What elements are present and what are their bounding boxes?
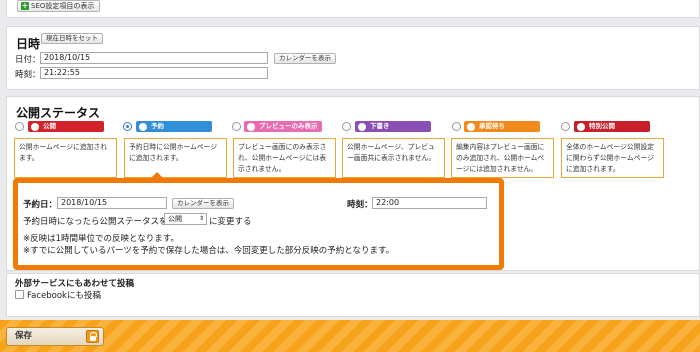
- reserve-time-input[interactable]: 22:00: [372, 197, 487, 209]
- status-desc-special: 全体のホームページ公開設定に関わらず公開ホームページに追加されます。: [561, 138, 664, 178]
- status-change-suffix: に変更する: [209, 217, 252, 227]
- radio-approval[interactable]: [452, 122, 461, 131]
- save-button[interactable]: 保存: [6, 327, 104, 346]
- plus-icon: +: [21, 1, 29, 10]
- radio-special[interactable]: [561, 122, 570, 131]
- time-label: 時刻：: [15, 70, 41, 80]
- preview-icon: [247, 122, 255, 131]
- reserve-calendar-button[interactable]: カレンダーを表示: [172, 198, 234, 209]
- calendar-button[interactable]: カレンダーを表示: [274, 53, 336, 64]
- reserve-note-2: ※すでに公開しているパーツを予約で保存した場合は、今回変更した部分反映の予約とな…: [23, 246, 395, 256]
- status-change-select[interactable]: 公開 ⇕: [164, 213, 207, 225]
- status-desc-draft: 公開ホームページ、プレビュー画面共に表示されません。: [342, 138, 445, 178]
- seo-panel: + SEO設定項目の表示: [6, 0, 700, 18]
- hourglass-icon: [467, 122, 475, 131]
- radio-preview[interactable]: [232, 122, 241, 131]
- status-label-publish: 公開: [28, 121, 104, 132]
- status-label-special: 特別公開: [574, 121, 650, 132]
- status-label-preview: プレビューのみ表示: [244, 121, 322, 132]
- pencil-icon: [358, 122, 366, 131]
- date-label: 日付：: [15, 55, 41, 65]
- radio-reserve[interactable]: [123, 122, 132, 131]
- status-label-reserve: 予約: [136, 121, 212, 132]
- clock-icon: [139, 122, 147, 131]
- status-desc-reserve: 予約日時に公開ホームページに追加されます。: [124, 138, 227, 178]
- seo-settings-label: SEO設定項目の表示: [31, 2, 95, 10]
- reserve-note-1: ※反映は1時間単位での反映となります。: [23, 234, 179, 244]
- facebook-checkbox[interactable]: [15, 290, 24, 299]
- reserve-time-label: 時刻：: [347, 200, 373, 210]
- status-desc-preview: プレビュー画面にのみ表示され、公開ホームページには表示されません。: [233, 138, 336, 178]
- set-now-button[interactable]: 現在日時をセット: [41, 33, 103, 44]
- seo-settings-button[interactable]: + SEO設定項目の表示: [17, 0, 101, 12]
- save-label: 保存: [15, 331, 33, 341]
- external-services-title: 外部サービスにもあわせて投稿: [15, 279, 135, 289]
- reserve-date-label: 予約日：: [23, 200, 58, 210]
- datetime-title: 日時: [16, 37, 41, 51]
- reserve-date-input[interactable]: 2018/10/15: [57, 197, 167, 209]
- status-label-draft: 下書き: [355, 121, 431, 132]
- status-desc-approval: 編集内容はプレビュー画面にのみ追加され、公開ホームページには追加されません。: [451, 138, 554, 178]
- radio-draft[interactable]: [342, 122, 351, 131]
- lock-icon: [86, 330, 99, 343]
- status-desc-publish: 公開ホームページに追加されます。: [14, 138, 117, 178]
- save-bar: 保存: [0, 320, 700, 352]
- star-icon: [577, 122, 585, 131]
- date-input[interactable]: 2018/10/15: [40, 52, 268, 64]
- facebook-label: Facebookにも投稿: [27, 291, 101, 301]
- select-arrows-icon: ⇕: [198, 215, 204, 222]
- status-label-approval: 承認待ち: [464, 121, 540, 132]
- time-input[interactable]: 21:22:55: [40, 67, 268, 79]
- radio-publish[interactable]: [15, 122, 24, 131]
- status-change-prefix: 予約日時になったら公開ステータスを: [23, 217, 168, 227]
- status-title: 公開ステータス: [16, 106, 101, 120]
- globe-icon: [31, 122, 39, 131]
